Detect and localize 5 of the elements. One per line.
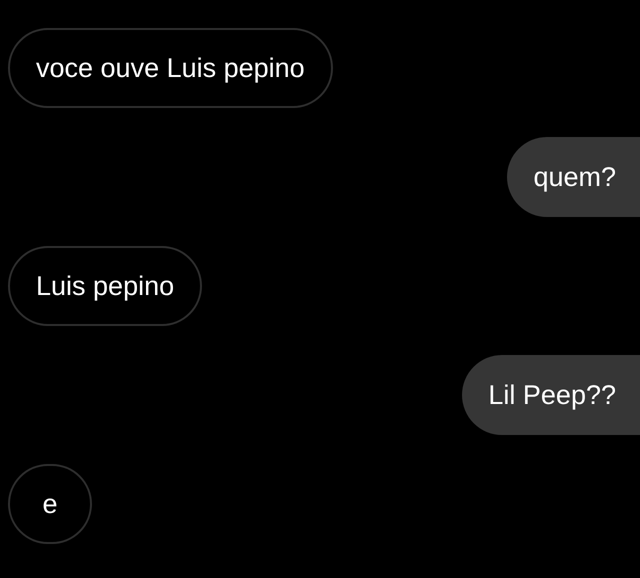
received-message-bubble: Luis pepino	[8, 246, 202, 326]
received-message-bubble: voce ouve Luis pepino	[8, 28, 333, 108]
received-message-bubble: e	[8, 464, 92, 544]
sent-message-bubble: Lil Peep??	[462, 355, 640, 435]
sent-message-bubble: quem?	[507, 137, 640, 217]
